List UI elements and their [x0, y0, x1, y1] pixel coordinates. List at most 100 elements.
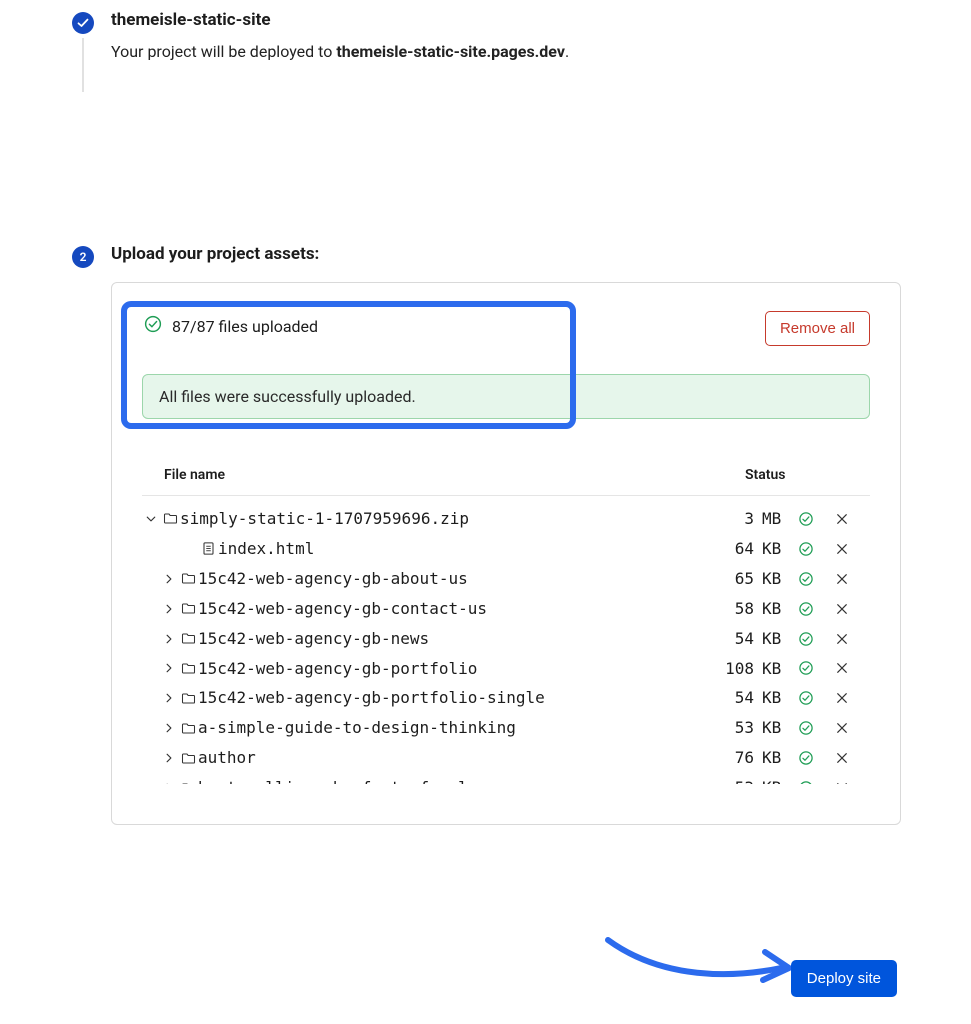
folder-icon	[178, 691, 198, 706]
chevron-right-icon[interactable]	[160, 633, 178, 645]
file-name: best-calligraphy-fonts-for-logos	[198, 775, 686, 784]
desc-pre: Your project will be deployed to	[111, 42, 336, 61]
deploy-domain: themeisle-static-site.pages.dev	[336, 42, 565, 61]
file-row: 15c42-web-agency-gb-about-us65KB	[142, 564, 870, 594]
remove-file-icon[interactable]	[824, 633, 860, 645]
chevron-right-icon[interactable]	[160, 722, 178, 734]
file-size: 53	[686, 715, 762, 741]
remove-file-icon[interactable]	[824, 573, 860, 585]
tutorial-arrow-icon	[603, 920, 798, 990]
deploy-site-button[interactable]: Deploy site	[791, 960, 897, 997]
file-size-unit: MB	[762, 506, 788, 532]
remove-file-icon[interactable]	[824, 662, 860, 674]
file-row: index.html64KB	[142, 534, 870, 564]
remove-file-icon[interactable]	[824, 752, 860, 764]
file-row: 15c42-web-agency-gb-portfolio-single54KB	[142, 683, 870, 713]
success-banner: All files were successfully uploaded.	[142, 374, 870, 419]
file-size: 76	[686, 745, 762, 771]
chevron-right-icon[interactable]	[160, 692, 178, 704]
file-icon	[198, 541, 218, 556]
remove-file-icon[interactable]	[824, 722, 860, 734]
remove-file-icon[interactable]	[824, 543, 860, 555]
status-check-icon	[788, 571, 824, 587]
status-check-icon	[788, 780, 824, 784]
file-size-unit: KB	[762, 596, 788, 622]
chevron-right-icon[interactable]	[160, 752, 178, 764]
status-check-icon	[788, 720, 824, 736]
remove-file-icon[interactable]	[824, 603, 860, 615]
upload-count-text: 87/87 files uploaded	[172, 317, 318, 336]
file-size: 54	[686, 626, 762, 652]
step-upload: 2 Upload your project assets: 87/87 file…	[72, 244, 971, 845]
file-size: 65	[686, 566, 762, 592]
file-name: 15c42-web-agency-gb-about-us	[198, 566, 686, 592]
step1-marker-check-icon	[72, 12, 94, 34]
folder-icon	[178, 661, 198, 676]
upload-title: Upload your project assets:	[111, 244, 971, 264]
upload-status: 87/87 files uploaded	[142, 311, 318, 339]
folder-icon	[178, 751, 198, 766]
file-size: 53	[686, 775, 762, 784]
chevron-right-icon[interactable]	[160, 573, 178, 585]
file-name: 15c42-web-agency-gb-portfolio	[198, 656, 686, 682]
col-header-name: File name	[164, 467, 735, 483]
file-size-unit: KB	[762, 626, 788, 652]
file-row: 15c42-web-agency-gb-news54KB	[142, 624, 870, 654]
remove-file-icon[interactable]	[824, 782, 860, 784]
file-size: 3	[686, 506, 762, 532]
check-circle-icon	[144, 315, 162, 337]
status-check-icon	[788, 690, 824, 706]
status-check-icon	[788, 750, 824, 766]
file-size: 108	[686, 656, 762, 682]
file-size-unit: KB	[762, 536, 788, 562]
file-name: author	[198, 745, 686, 771]
file-name: simply-static-1-1707959696.zip	[180, 506, 686, 532]
file-row: best-calligraphy-fonts-for-logos53KB	[142, 773, 870, 784]
step2-marker: 2	[72, 246, 94, 268]
chevron-right-icon[interactable]	[160, 782, 178, 784]
folder-icon	[178, 631, 198, 646]
file-size: 64	[686, 536, 762, 562]
file-table: File name Status simply-static-1-1707959…	[142, 467, 870, 784]
chevron-right-icon[interactable]	[160, 603, 178, 615]
chevron-right-icon[interactable]	[160, 662, 178, 674]
folder-icon	[178, 781, 198, 784]
file-name: a-simple-guide-to-design-thinking	[198, 715, 686, 741]
step-project: themeisle-static-site Your project will …	[72, 10, 971, 84]
status-check-icon	[788, 511, 824, 527]
project-deploy-description: Your project will be deployed to themeis…	[111, 40, 971, 64]
status-check-icon	[788, 601, 824, 617]
status-check-icon	[788, 541, 824, 557]
file-size: 54	[686, 685, 762, 711]
folder-icon	[178, 571, 198, 586]
step-connector-line	[82, 38, 84, 92]
remove-file-icon[interactable]	[824, 513, 860, 525]
file-size-unit: KB	[762, 656, 788, 682]
folder-icon	[160, 511, 180, 526]
status-check-icon	[788, 631, 824, 647]
file-name: 15c42-web-agency-gb-news	[198, 626, 686, 652]
file-list: simply-static-1-1707959696.zip3MBindex.h…	[142, 504, 870, 784]
file-size-unit: KB	[762, 566, 788, 592]
file-name: 15c42-web-agency-gb-portfolio-single	[198, 685, 686, 711]
file-row: author76KB	[142, 743, 870, 773]
col-header-status: Status	[735, 467, 870, 483]
file-name: index.html	[218, 536, 686, 562]
folder-icon	[178, 601, 198, 616]
file-row: 15c42-web-agency-gb-contact-us58KB	[142, 594, 870, 624]
file-size-unit: KB	[762, 745, 788, 771]
file-row: a-simple-guide-to-design-thinking53KB	[142, 713, 870, 743]
remove-all-button[interactable]: Remove all	[765, 311, 870, 346]
file-name: 15c42-web-agency-gb-contact-us	[198, 596, 686, 622]
project-name-title: themeisle-static-site	[111, 10, 971, 30]
file-size-unit: KB	[762, 775, 788, 784]
file-row: 15c42-web-agency-gb-portfolio108KB	[142, 654, 870, 684]
file-size: 58	[686, 596, 762, 622]
remove-file-icon[interactable]	[824, 692, 860, 704]
upload-panel: 87/87 files uploaded Remove all All file…	[111, 282, 901, 825]
status-check-icon	[788, 660, 824, 676]
chevron-down-icon[interactable]	[142, 513, 160, 525]
file-row: simply-static-1-1707959696.zip3MB	[142, 504, 870, 534]
desc-post: .	[565, 42, 569, 61]
file-size-unit: KB	[762, 685, 788, 711]
